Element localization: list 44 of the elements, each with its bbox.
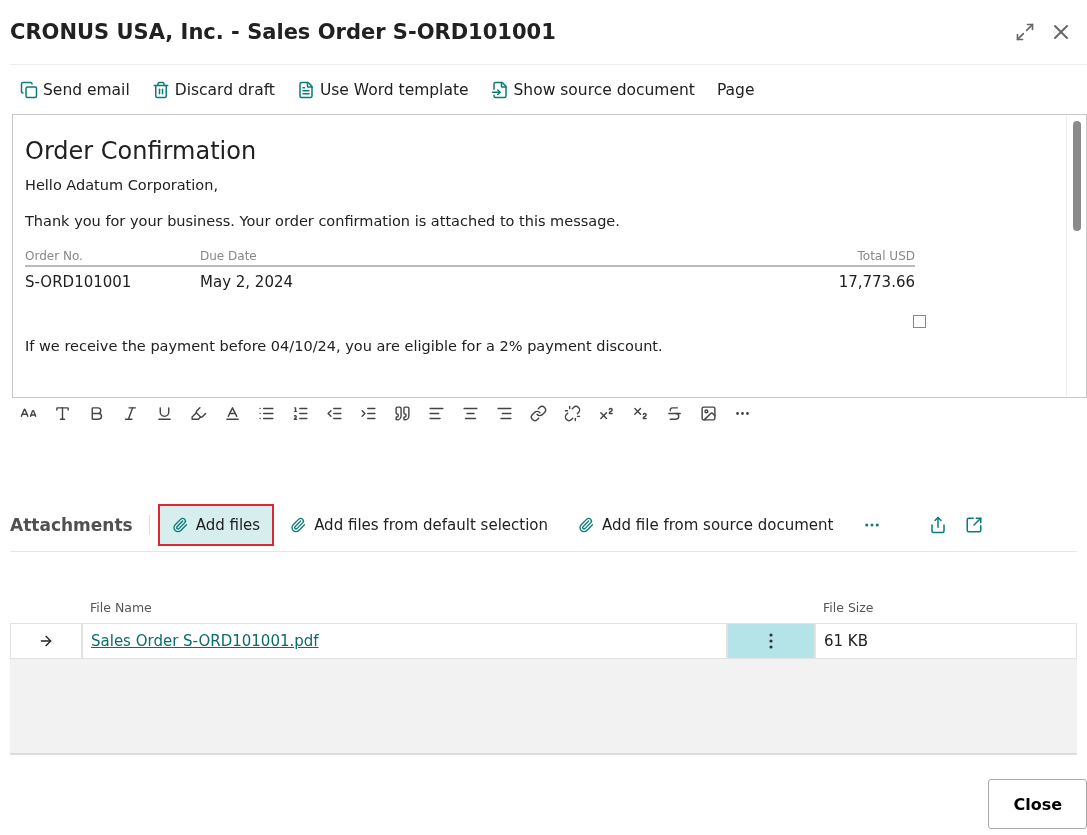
paperclip-icon bbox=[171, 516, 188, 533]
quote-icon[interactable] bbox=[394, 404, 411, 422]
order-value: May 2, 2024 bbox=[200, 272, 295, 291]
paperclip-icon bbox=[578, 516, 594, 533]
toolbar-button[interactable]: Page bbox=[716, 80, 755, 99]
column-header: Order No. bbox=[25, 249, 200, 267]
column-header: Due Date bbox=[200, 249, 715, 267]
table-cell: 61 KB bbox=[815, 623, 1077, 659]
attachment-action-button[interactable]: Add files bbox=[157, 503, 275, 546]
order-value: S-ORD101001 bbox=[25, 272, 133, 291]
toolbar-button[interactable]: Discard draft bbox=[151, 80, 275, 99]
close-button[interactable]: Close bbox=[988, 779, 1087, 829]
numbered-list-icon[interactable] bbox=[292, 404, 309, 422]
toolbar-button[interactable]: Show source document bbox=[490, 80, 695, 99]
italic-icon[interactable] bbox=[122, 404, 139, 422]
paperclip-icon bbox=[290, 516, 307, 533]
toolbar-button[interactable]: Use Word template bbox=[296, 80, 469, 99]
discount-note: If we receive the payment before 04/10/24, you are eligible for a 2% payment discount. bbox=[25, 338, 664, 354]
strikethrough-icon[interactable] bbox=[666, 404, 683, 422]
attachment-action-button[interactable]: Add file from source document bbox=[564, 503, 848, 546]
email-heading: Order Confirmation bbox=[25, 137, 258, 165]
image-icon[interactable] bbox=[700, 404, 717, 422]
attachments-title: Attachments bbox=[10, 514, 150, 535]
expand-icon[interactable] bbox=[1015, 22, 1035, 42]
attachment-action-button[interactable]: Add files from default selection bbox=[276, 503, 562, 546]
font-color-icon[interactable] bbox=[224, 404, 241, 422]
link-icon[interactable] bbox=[530, 404, 547, 422]
column-header: File Name bbox=[89, 599, 153, 617]
email-editor[interactable] bbox=[12, 114, 1087, 398]
row-marker-cell[interactable] bbox=[10, 623, 82, 659]
unlink-icon[interactable] bbox=[564, 404, 581, 422]
column-header: File Size bbox=[822, 599, 875, 617]
intro-text: Thank you for your business. Your order confirmation is attached to this message. bbox=[25, 213, 621, 229]
order-value: 17,773.66 bbox=[837, 272, 915, 291]
vertical-dots-icon bbox=[769, 633, 773, 649]
highlighter-icon[interactable] bbox=[190, 404, 207, 422]
placeholder-square bbox=[913, 315, 926, 328]
arrow-icon bbox=[38, 633, 54, 649]
greeting-text: Hello Adatum Corporation, bbox=[25, 177, 219, 193]
file-link[interactable]: Sales Order S-ORD101001.pdf bbox=[91, 632, 319, 650]
toolbar-button[interactable]: Send email bbox=[20, 80, 130, 99]
column-header: Total USD bbox=[715, 249, 915, 267]
window-title: CRONUS USA, Inc. - Sales Order S-ORD101001 bbox=[10, 20, 557, 44]
underline-icon[interactable] bbox=[156, 404, 173, 422]
